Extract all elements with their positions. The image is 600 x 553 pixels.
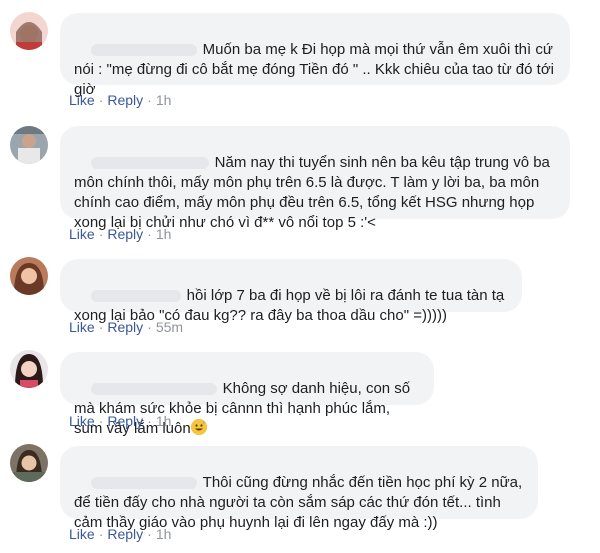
comment-bubble: Thôi cũng đừng nhắc đến tiền học phí kỳ …	[60, 446, 538, 531]
separator: ·	[147, 226, 152, 242]
comment-actions: Like · Reply · 55m	[69, 319, 183, 335]
avatar[interactable]	[10, 12, 48, 50]
separator: ·	[98, 319, 104, 335]
comment-actions: Like · Reply · 1h	[69, 92, 171, 108]
avatar[interactable]	[10, 350, 48, 388]
like-link[interactable]: Like	[69, 226, 95, 242]
reply-link[interactable]: Reply	[107, 319, 143, 335]
author-name[interactable]	[90, 157, 209, 170]
comment-bubble: Năm nay thi tuyển sinh nên ba kêu tập tr…	[60, 126, 570, 231]
separator: ·	[98, 526, 104, 542]
comment-actions: Like · Reply · 1h	[69, 413, 171, 429]
timestamp[interactable]: 1h	[156, 92, 172, 108]
comment-bubble: hồi lớp 7 ba đi họp về bị lôi ra đánh te…	[60, 259, 522, 324]
separator: ·	[98, 226, 104, 242]
separator: ·	[147, 526, 152, 542]
separator: ·	[147, 413, 152, 429]
avatar[interactable]	[10, 126, 48, 164]
grinning-sweat-emoji	[190, 419, 207, 435]
reply-link[interactable]: Reply	[107, 226, 143, 242]
timestamp[interactable]: 1h	[156, 226, 172, 242]
avatar[interactable]	[10, 257, 48, 295]
like-link[interactable]: Like	[69, 413, 95, 429]
comment-actions: Like · Reply · 1h	[69, 226, 171, 242]
comment-bubble: Muốn ba mẹ k Đi họp mà mọi thứ vẫn êm xu…	[60, 13, 570, 98]
comment-bubble: Không sợ danh hiệu, con số mà khám sức k…	[60, 352, 434, 437]
author-name[interactable]	[90, 290, 181, 303]
separator: ·	[98, 92, 104, 108]
timestamp[interactable]: 55m	[156, 319, 183, 335]
timestamp[interactable]: 1h	[156, 413, 172, 429]
like-link[interactable]: Like	[69, 92, 95, 108]
reply-link[interactable]: Reply	[107, 526, 143, 542]
separator: ·	[147, 92, 152, 108]
avatar[interactable]	[10, 444, 48, 482]
author-name[interactable]	[90, 383, 217, 396]
separator: ·	[147, 319, 152, 335]
timestamp[interactable]: 1h	[156, 526, 172, 542]
reply-link[interactable]: Reply	[107, 92, 143, 108]
comment-actions: Like · Reply · 1h	[69, 526, 171, 542]
author-name[interactable]	[90, 477, 197, 490]
author-name[interactable]	[90, 44, 197, 57]
like-link[interactable]: Like	[69, 526, 95, 542]
separator: ·	[98, 413, 104, 429]
like-link[interactable]: Like	[69, 319, 95, 335]
reply-link[interactable]: Reply	[107, 413, 143, 429]
